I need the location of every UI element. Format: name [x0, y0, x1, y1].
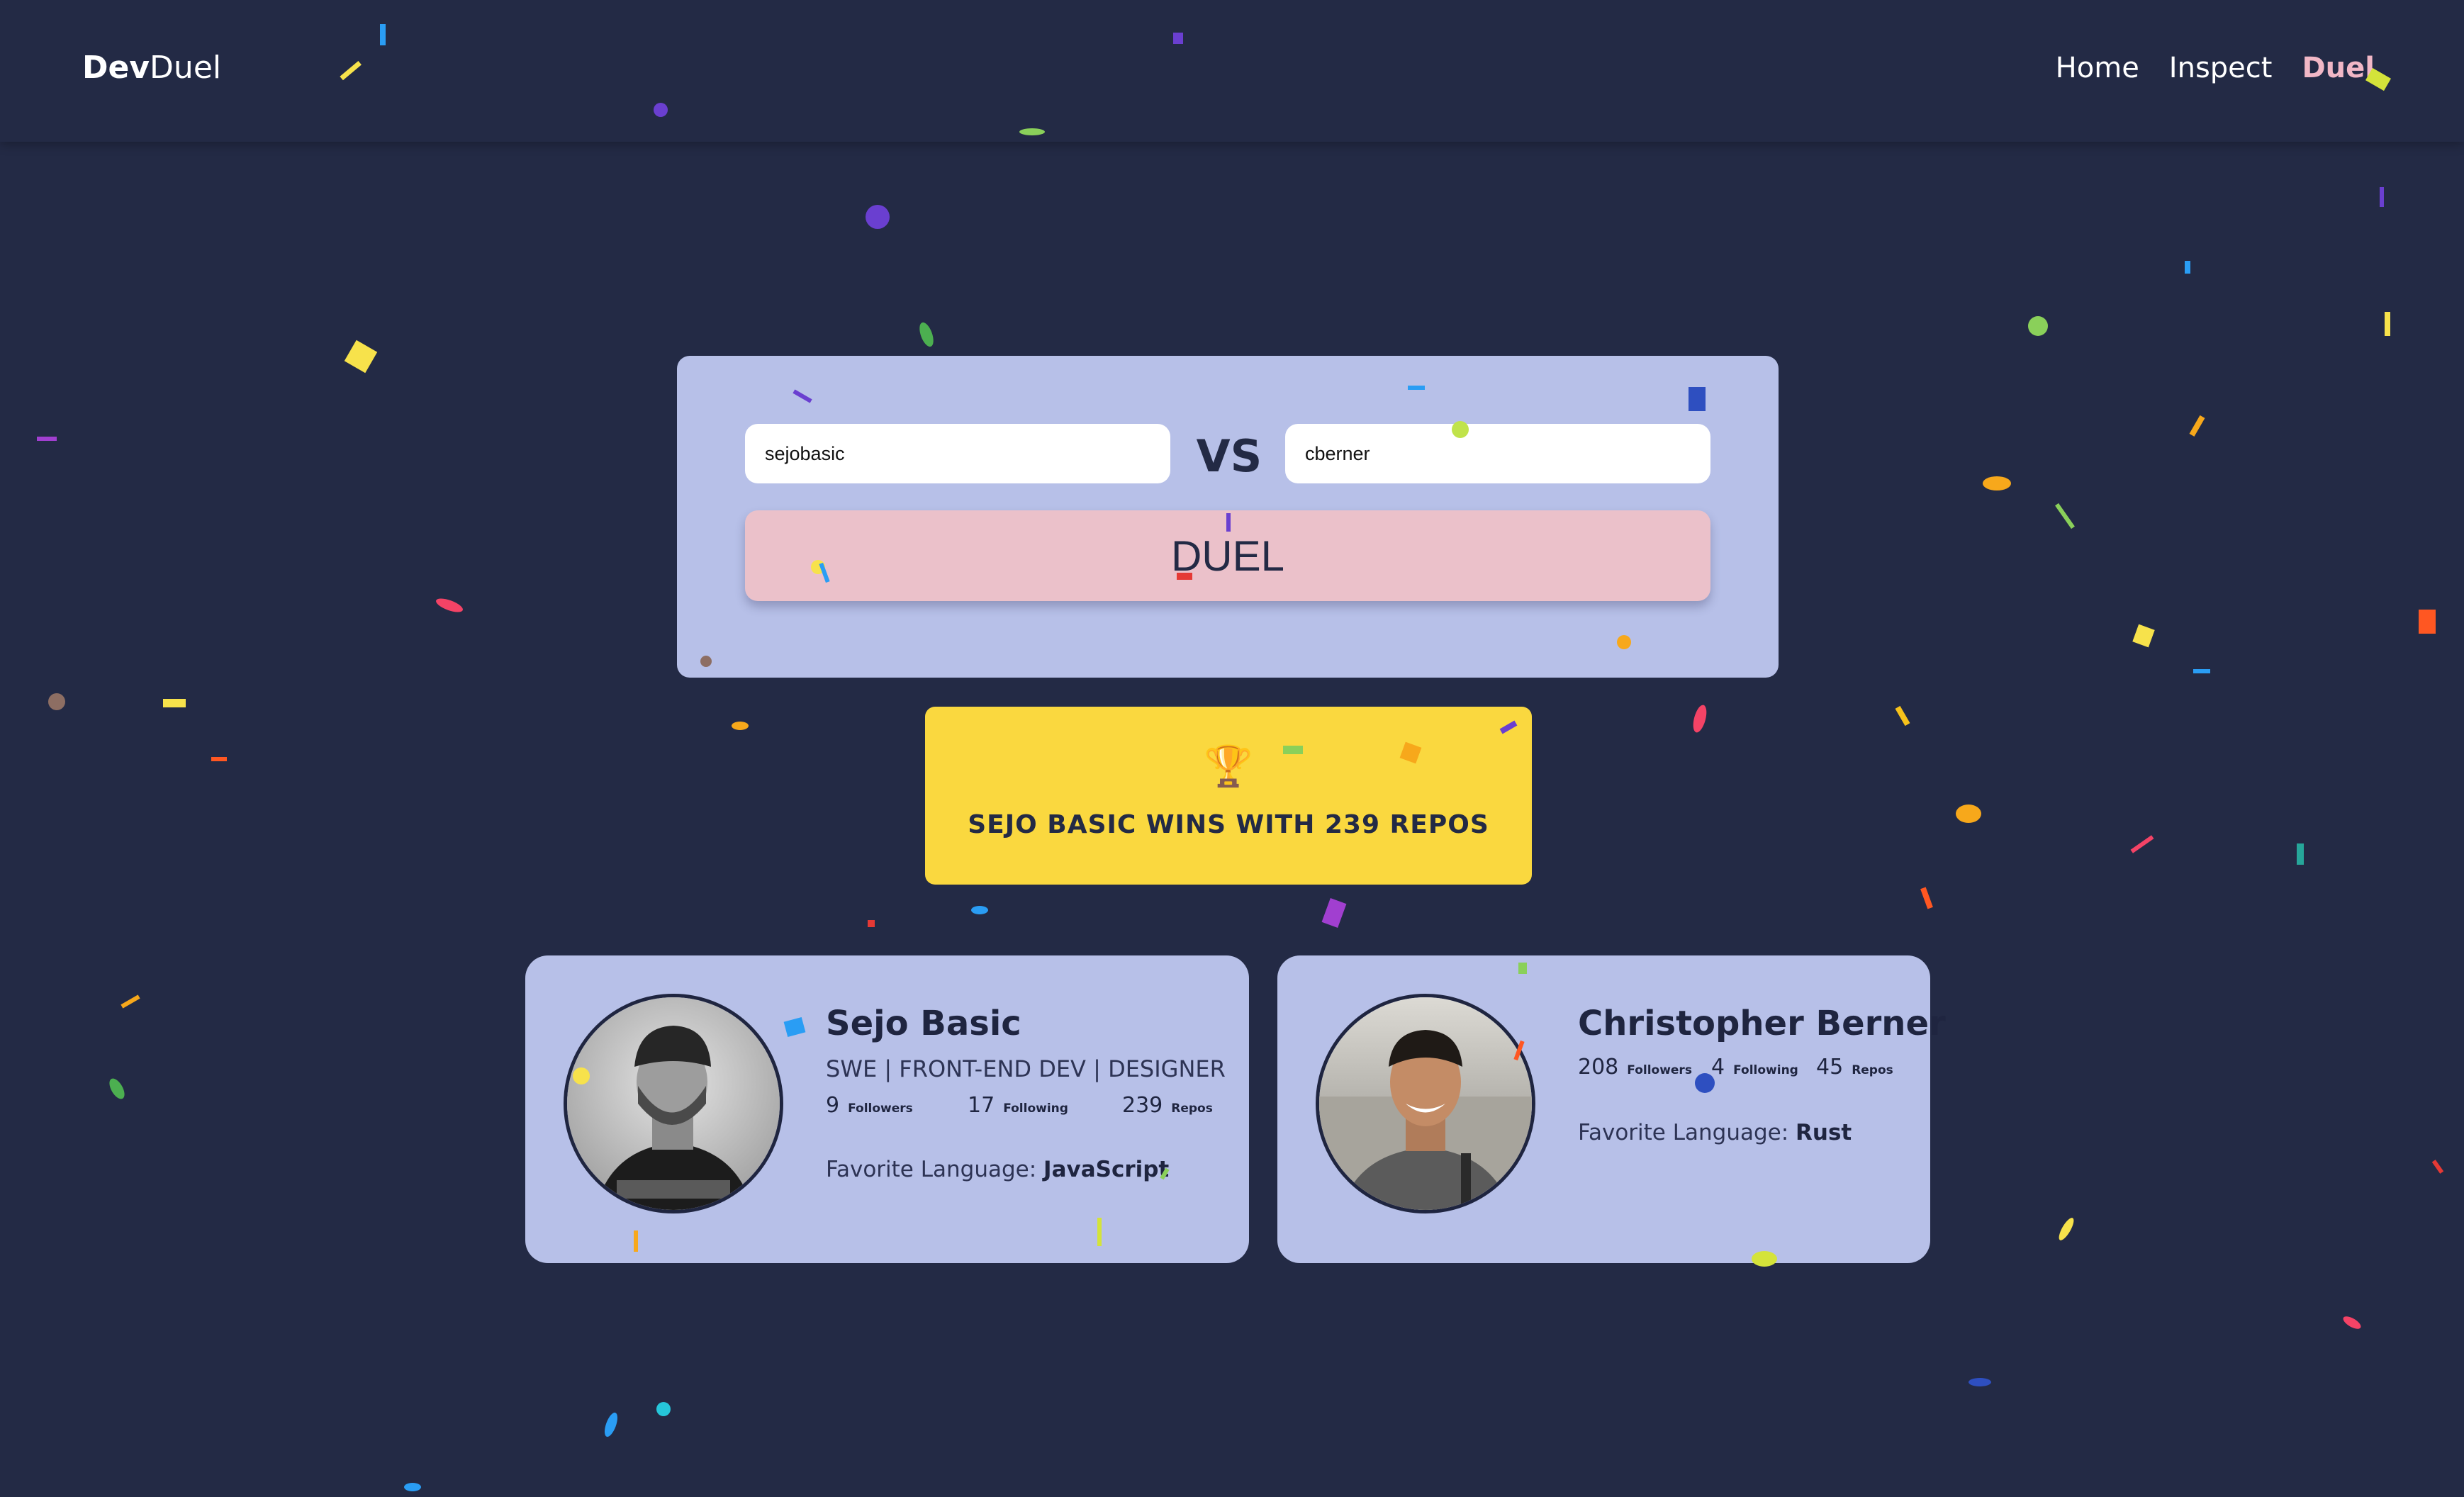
trophy-icon: 🏆	[1204, 744, 1253, 790]
stat-followers: 208 Followers	[1578, 1055, 1711, 1080]
following-label: Following	[1003, 1101, 1068, 1116]
stat-following: 17 Following	[968, 1093, 1122, 1118]
stat-repos: 45 Repos	[1816, 1055, 1893, 1080]
profile-stats: 9 Followers 17 Following 239 Repos	[826, 1093, 1213, 1118]
repos-count: 45	[1816, 1055, 1844, 1080]
favorite-language: Favorite Language: JavaScript	[826, 1154, 1169, 1185]
repos-label: Repos	[1852, 1063, 1893, 1077]
followers-label: Followers	[848, 1101, 913, 1116]
vs-label: VS	[1196, 430, 1262, 482]
avatar	[564, 994, 783, 1213]
profile-bio: SWE | FRONT-END DEV | DESIGNER	[826, 1055, 1226, 1082]
profile-card-user1: Sejo Basic SWE | FRONT-END DEV | DESIGNE…	[525, 955, 1249, 1263]
profile-name: Sejo Basic	[826, 1004, 1021, 1043]
logo-light: Duel	[150, 50, 222, 86]
followers-count: 9	[826, 1093, 840, 1118]
stat-repos: 239 Repos	[1122, 1093, 1213, 1118]
winner-banner: 🏆 SEJO BASIC WINS WITH 239 REPOS	[925, 707, 1532, 885]
favorite-language: Favorite Language: Rust	[1578, 1117, 1852, 1148]
repos-label: Repos	[1171, 1101, 1213, 1116]
profile-stats: 208 Followers 4 Following 45 Repos	[1578, 1055, 1893, 1080]
logo[interactable]: DevDuel	[82, 47, 221, 89]
user2-input[interactable]	[1285, 424, 1710, 483]
followers-label: Followers	[1627, 1063, 1692, 1077]
user1-input[interactable]	[745, 424, 1170, 483]
avatar	[1316, 994, 1535, 1213]
winner-text: SEJO BASIC WINS WITH 239 REPOS	[968, 810, 1489, 839]
following-label: Following	[1733, 1063, 1798, 1077]
followers-count: 208	[1578, 1055, 1619, 1080]
favorite-language-label: Favorite Language:	[826, 1157, 1037, 1182]
stat-following: 4 Following	[1711, 1055, 1816, 1080]
repos-count: 239	[1122, 1093, 1163, 1118]
logo-bold: Dev	[82, 50, 150, 86]
favorite-language-value: Rust	[1796, 1120, 1852, 1145]
favorite-language-value: JavaScript	[1043, 1157, 1170, 1182]
profile-name: Christopher Berner	[1578, 1004, 1946, 1043]
favorite-language-label: Favorite Language:	[1578, 1120, 1789, 1145]
nav-link-home[interactable]: Home	[2056, 48, 2139, 88]
following-count: 4	[1711, 1055, 1725, 1080]
navbar: DevDuel Home Inspect Duel	[0, 0, 2464, 142]
following-count: 17	[968, 1093, 995, 1118]
nav-links: Home Inspect Duel	[2056, 48, 2375, 88]
stat-followers: 9 Followers	[826, 1093, 968, 1118]
nav-link-inspect[interactable]: Inspect	[2169, 48, 2273, 88]
profile-card-user2: Christopher Berner 208 Followers 4 Follo…	[1277, 955, 1946, 1263]
duel-panel: VS DUEL	[677, 356, 1779, 678]
duel-button[interactable]: DUEL	[745, 510, 1710, 601]
nav-link-duel[interactable]: Duel	[2302, 48, 2375, 88]
